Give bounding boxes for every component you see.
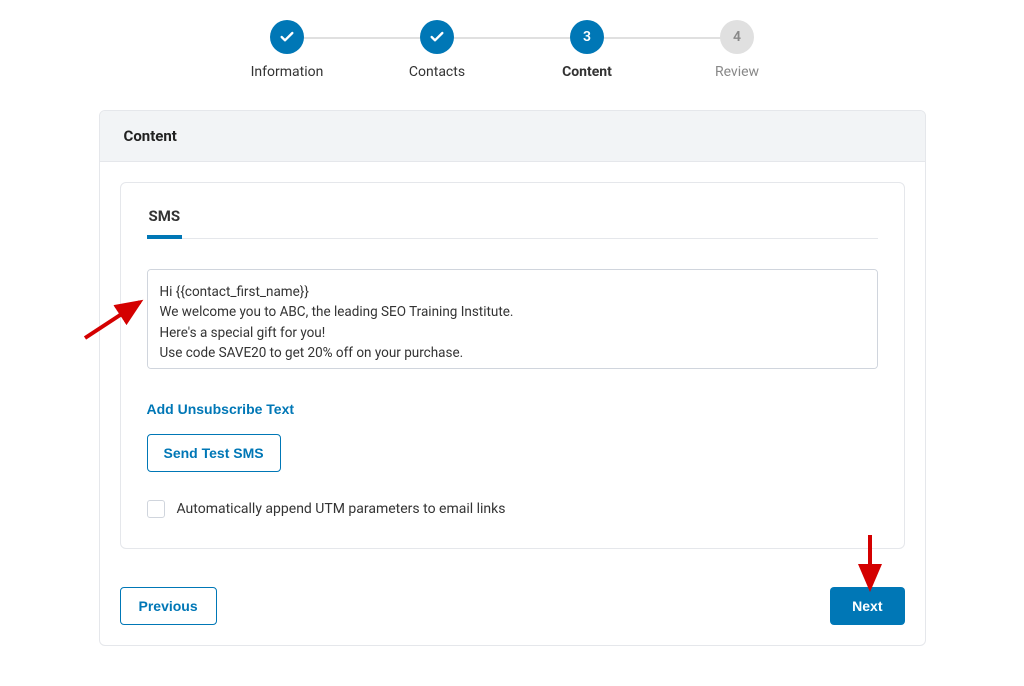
sms-message-input[interactable]	[147, 269, 878, 369]
utm-checkbox-label: Automatically append UTM parameters to e…	[177, 501, 506, 517]
tabs-row: SMS	[147, 207, 878, 239]
check-icon	[420, 20, 454, 54]
content-panel: Content SMS Add Unsubscribe Text Send Te…	[99, 110, 926, 646]
step-label: Information	[251, 64, 324, 80]
step-number: 3	[570, 20, 604, 54]
step-information[interactable]: Information	[212, 20, 362, 80]
step-label: Contacts	[409, 64, 465, 80]
step-content[interactable]: 3 Content	[512, 20, 662, 80]
footer-row: Previous Next	[100, 569, 925, 645]
utm-checkbox[interactable]	[147, 500, 165, 518]
tab-sms[interactable]: SMS	[147, 207, 183, 239]
check-icon	[270, 20, 304, 54]
panel-title: Content	[100, 111, 925, 162]
step-contacts[interactable]: Contacts	[362, 20, 512, 80]
add-unsubscribe-link[interactable]: Add Unsubscribe Text	[147, 401, 295, 417]
step-label: Review	[715, 64, 759, 80]
inner-card: SMS Add Unsubscribe Text Send Test SMS A…	[120, 182, 905, 549]
send-test-sms-button[interactable]: Send Test SMS	[147, 434, 281, 472]
stepper: Information Contacts 3 Content 4 Review	[0, 20, 1024, 80]
step-review[interactable]: 4 Review	[662, 20, 812, 80]
utm-checkbox-row: Automatically append UTM parameters to e…	[147, 500, 878, 518]
step-number: 4	[720, 20, 754, 54]
next-button[interactable]: Next	[830, 587, 904, 625]
panel-body: SMS Add Unsubscribe Text Send Test SMS A…	[100, 162, 925, 569]
step-label: Content	[562, 64, 612, 80]
previous-button[interactable]: Previous	[120, 587, 217, 625]
